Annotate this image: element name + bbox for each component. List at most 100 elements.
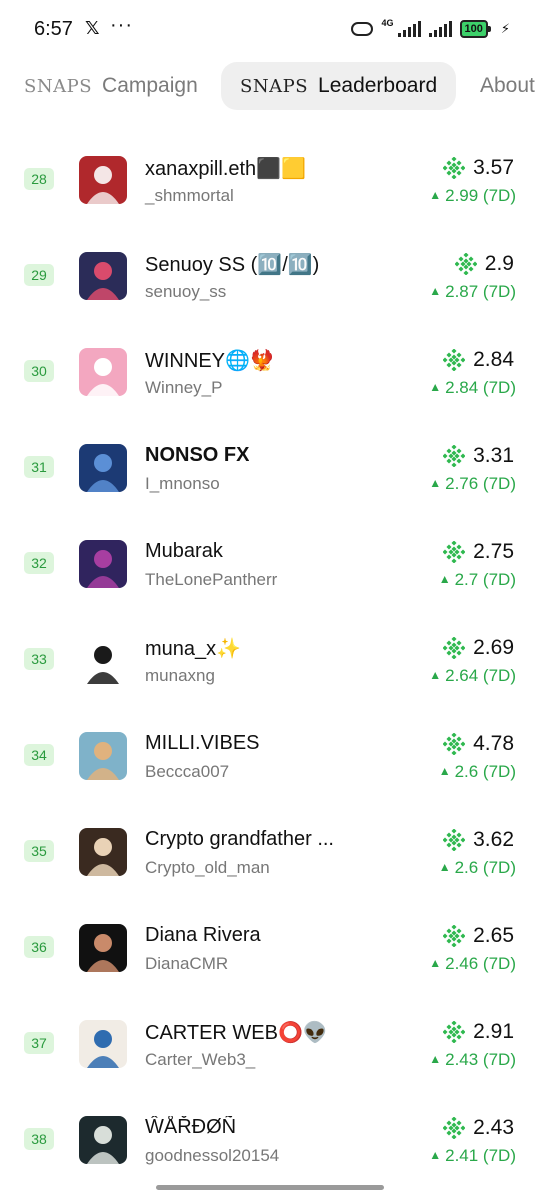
avatar[interactable] xyxy=(79,540,127,588)
avatar[interactable] xyxy=(79,828,127,876)
up-arrow-icon: ▲ xyxy=(429,476,442,490)
up-arrow-icon: ▲ xyxy=(429,188,442,202)
rank-badge: 33 xyxy=(24,648,54,670)
up-arrow-icon: ▲ xyxy=(429,380,442,394)
avatar[interactable] xyxy=(79,1020,127,1068)
leaderboard-row[interactable]: 38 ŴÅŘĐØÑ goodnessol20154 2.43 ▲ 2.41 (7D) xyxy=(0,1092,540,1188)
avatar[interactable] xyxy=(79,252,127,300)
leaderboard-row[interactable]: 36 Diana Rivera DianaCMR 2.65 ▲ 2.46 (7D) xyxy=(0,900,540,996)
rank-badge: 38 xyxy=(24,1128,54,1150)
change-value: 2.46 (7D) xyxy=(445,954,516,973)
avatar[interactable] xyxy=(79,636,127,684)
change-value: 2.41 (7D) xyxy=(445,1146,516,1165)
score: 3.62 xyxy=(443,828,514,852)
avatar[interactable] xyxy=(79,444,127,492)
weekly-change: ▲ 2.41 (7D) xyxy=(429,1146,516,1166)
display-name: xanaxpill.eth⬛🟨 xyxy=(145,158,306,180)
tab-about[interactable]: About xyxy=(480,62,540,110)
weekly-change: ▲ 2.43 (7D) xyxy=(429,1050,516,1070)
username: Crypto_old_man xyxy=(145,858,270,877)
tab-leaderboard[interactable]: SNAPS Leaderboard xyxy=(221,62,456,110)
score-value: 4.78 xyxy=(473,732,514,755)
snaps-score-icon xyxy=(443,925,466,947)
weekly-change: ▲ 2.6 (7D) xyxy=(439,762,516,782)
rank-badge: 34 xyxy=(24,744,54,766)
score-value: 2.69 xyxy=(473,636,514,659)
leaderboard-row[interactable]: 29 Senuoy SS (🔟/🔟) senuoy_ss 2.9 ▲ 2.87 (7D) xyxy=(0,228,540,324)
tab-label: Leaderboard xyxy=(318,74,438,97)
change-value: 2.43 (7D) xyxy=(445,1050,516,1069)
username: Winney_P xyxy=(145,378,223,397)
tab-label: Campaign xyxy=(102,74,198,97)
snaps-score-icon xyxy=(443,541,466,563)
change-value: 2.87 (7D) xyxy=(445,282,516,301)
leaderboard-row[interactable]: 28 xanaxpill.eth⬛🟨 _shmmortal 3.57 ▲ 2.99 (7D… xyxy=(0,132,540,228)
leaderboard-row[interactable]: 34 MILLI.VIBES Beccca007 4.78 ▲ 2.6 (7D) xyxy=(0,708,540,804)
username: TheLonePantherr xyxy=(145,570,278,589)
display-name: Senuoy SS (🔟/🔟) xyxy=(145,254,320,276)
snaps-score-icon xyxy=(443,1117,466,1139)
score-value: 3.62 xyxy=(473,828,514,851)
leaderboard-row[interactable]: 33 muna_x✨ munaxng 2.69 ▲ 2.64 (7D) xyxy=(0,612,540,708)
score-value: 3.31 xyxy=(473,444,514,467)
leaderboard-row[interactable]: 37 CARTER WEB⭕👽 Carter_Web3_ 2.91 ▲ 2.43 (7D) xyxy=(0,996,540,1092)
snaps-score-icon xyxy=(454,253,477,275)
battery-level: 100 xyxy=(459,20,488,38)
change-value: 2.6 (7D) xyxy=(454,858,516,877)
snaps-score-icon xyxy=(443,1021,466,1043)
leaderboard-row[interactable]: 32 Mubarak TheLonePantherr 2.75 ▲ 2.7 (7D) xyxy=(0,516,540,612)
score: 3.57 xyxy=(443,156,514,180)
rank-badge: 31 xyxy=(24,456,54,478)
score-value: 3.57 xyxy=(473,156,514,179)
home-indicator[interactable] xyxy=(156,1185,384,1190)
snaps-score-icon xyxy=(443,445,466,467)
weekly-change: ▲ 2.7 (7D) xyxy=(439,570,516,590)
rank-badge: 30 xyxy=(24,360,54,382)
up-arrow-icon: ▲ xyxy=(429,1148,442,1162)
display-name: CARTER WEB⭕👽 xyxy=(145,1022,328,1044)
score: 4.78 xyxy=(443,732,514,756)
score-value: 2.84 xyxy=(473,348,514,371)
tab-campaign[interactable]: SNAPS Campaign xyxy=(24,62,204,110)
weekly-change: ▲ 2.46 (7D) xyxy=(429,954,516,974)
display-name: Mubarak xyxy=(145,540,223,562)
username: Carter_Web3_ xyxy=(145,1050,256,1069)
rank-badge: 35 xyxy=(24,840,54,862)
score: 2.9 xyxy=(454,252,514,276)
system-icons: 4G 100 ⚡ xyxy=(351,18,510,38)
leaderboard-row[interactable]: 30 WINNEY🌐🐦‍🔥 Winney_P 2.84 ▲ 2.84 (7D) xyxy=(0,324,540,420)
score-value: 2.65 xyxy=(473,924,514,947)
rank-badge: 28 xyxy=(24,168,54,190)
display-name: ŴÅŘĐØÑ xyxy=(145,1116,237,1138)
up-arrow-icon: ▲ xyxy=(438,572,451,586)
username: I_mnonso xyxy=(145,474,220,493)
avatar[interactable] xyxy=(79,1116,127,1164)
score-value: 2.91 xyxy=(473,1020,514,1043)
leaderboard-row[interactable]: 35 Crypto grandfather ... Crypto_old_man 3.… xyxy=(0,804,540,900)
display-name: MILLI.VIBES xyxy=(145,732,260,754)
score: 2.75 xyxy=(443,540,514,564)
snaps-score-icon xyxy=(443,733,466,755)
snaps-score-icon xyxy=(443,157,466,179)
status-bar: 6:57 𝕏 ··· 4G 100 ⚡ xyxy=(0,0,540,60)
battery-icon: 100 xyxy=(459,20,491,38)
avatar[interactable] xyxy=(79,156,127,204)
display-name: WINNEY🌐🐦‍🔥 xyxy=(145,350,275,372)
change-value: 2.6 (7D) xyxy=(454,762,516,781)
username: Beccca007 xyxy=(145,762,230,781)
up-arrow-icon: ▲ xyxy=(429,1052,442,1066)
score-value: 2.43 xyxy=(473,1116,514,1139)
link-icon xyxy=(351,22,374,36)
score: 2.43 xyxy=(443,1116,514,1140)
avatar[interactable] xyxy=(79,924,127,972)
network-type: 4G xyxy=(381,18,394,28)
rank-badge: 29 xyxy=(24,264,54,286)
tab-label: About xyxy=(480,74,535,97)
avatar[interactable] xyxy=(79,348,127,396)
up-arrow-icon: ▲ xyxy=(429,284,442,298)
rank-badge: 32 xyxy=(24,552,54,574)
leaderboard-row[interactable]: 31 NONSO FX I_mnonso 3.31 ▲ 2.76 (7D) xyxy=(0,420,540,516)
avatar[interactable] xyxy=(79,732,127,780)
score: 2.91 xyxy=(443,1020,514,1044)
weekly-change: ▲ 2.99 (7D) xyxy=(429,186,516,206)
